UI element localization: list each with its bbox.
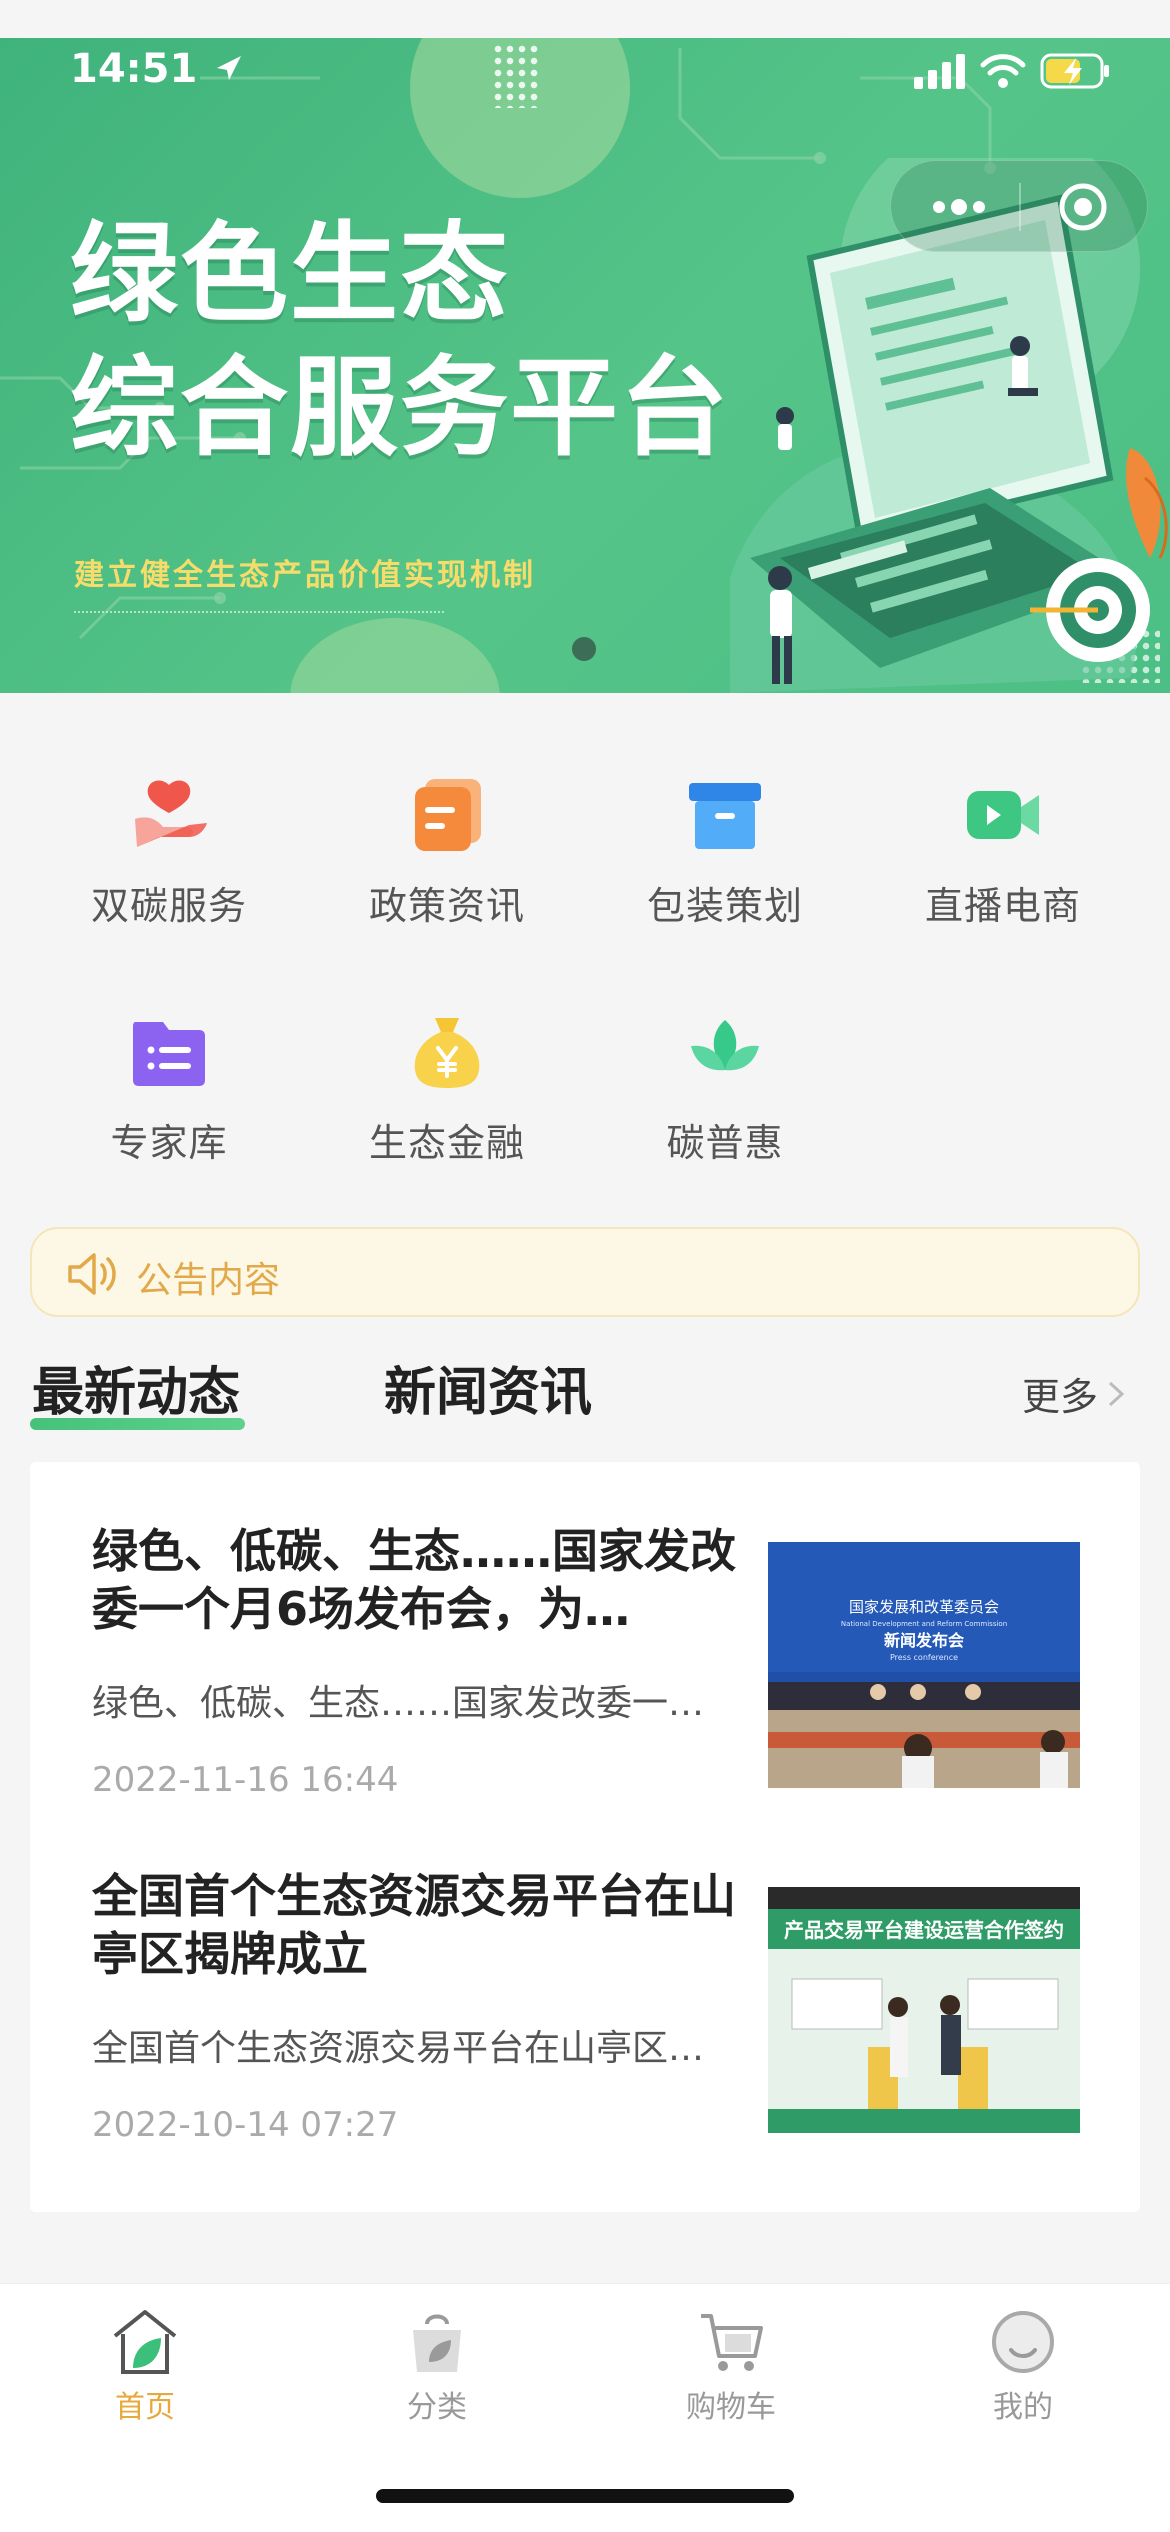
thumb-caption-1: 国家发展和改革委员会 xyxy=(849,1598,999,1616)
news-list: 绿色、低碳、生态……国家发改委一个月6场发布会，为… 绿色、低碳、生态……国家发… xyxy=(30,1462,1140,2212)
hero-banner[interactable]: 绿色生态 综合服务平台 建立健全生态产品价值实现机制 xyxy=(0,38,1170,693)
folder-list-icon xyxy=(133,1022,205,1086)
banner-title-line1: 绿色生态 xyxy=(70,212,511,337)
carousel-indicator[interactable] xyxy=(572,637,596,661)
banner-title: 绿色生态 综合服务平台 xyxy=(70,208,730,476)
speaker-icon xyxy=(68,1253,116,1295)
chevron-right-icon xyxy=(1109,1381,1125,1406)
news-title: 全国首个生态资源交易平台在山亭区揭牌成立 xyxy=(92,1869,736,1981)
more-link-label: 更多 xyxy=(1022,1375,1099,1419)
tab-home[interactable]: 首页 xyxy=(60,2306,230,2426)
news-date: 2022-11-16 16:44 xyxy=(92,1760,399,1800)
video-icon xyxy=(967,791,1039,839)
grid-label: 直播电商 xyxy=(924,884,1081,928)
status-time-text: 14:51 xyxy=(70,46,198,92)
grid-label: 包装策划 xyxy=(646,884,803,928)
cart-icon xyxy=(701,2314,763,2371)
thumb-caption-2: National Development and Reform Commissi… xyxy=(841,1620,1007,1628)
grid-item-live-ecommerce[interactable]: 直播电商 xyxy=(864,775,1142,955)
news-thumbnail[interactable]: 国家发展和改革委员会 National Development and Refo… xyxy=(768,1542,1080,1788)
battery-charging-icon xyxy=(1040,53,1109,89)
tab-label: 购物车 xyxy=(686,2390,776,2425)
user-smile-icon xyxy=(992,2311,1054,2373)
status-bar: 14:51 xyxy=(0,38,1170,108)
news-item[interactable]: 全国首个生态资源交易平台在山亭区揭牌成立 全国首个生态资源交易平台在山亭区… 2… xyxy=(30,1807,1140,2152)
banner-subtitle: 建立健全生态产品价值实现机制 xyxy=(74,558,536,593)
press-conference-image: 国家发展和改革委员会 National Development and Refo… xyxy=(768,1542,1080,1788)
tab-label: 我的 xyxy=(993,2390,1053,2425)
notice-text: 公告内容 xyxy=(136,1260,281,1301)
tab-category[interactable]: 分类 xyxy=(352,2306,522,2426)
grid-label: 政策资讯 xyxy=(368,884,525,928)
document-icon xyxy=(415,779,481,851)
grid-item-expert-library[interactable]: 专家库 xyxy=(30,1012,308,1192)
tab-label: 首页 xyxy=(115,2390,175,2425)
grid-label: 专家库 xyxy=(110,1121,228,1165)
home-indicator[interactable] xyxy=(376,2489,794,2503)
grid-item-policy-news[interactable]: 政策资讯 xyxy=(308,775,586,955)
tab-latest-updates[interactable]: 最新动态 xyxy=(32,1350,240,1425)
more-dots-icon[interactable] xyxy=(929,191,989,223)
thumb-caption-3: 新闻发布会 xyxy=(884,1631,964,1650)
grid-item-packaging[interactable]: 包装策划 xyxy=(586,775,864,955)
location-arrow-icon xyxy=(217,56,242,80)
signing-ceremony-image: 产品交易平台建设运营合作签约 xyxy=(768,1887,1080,2133)
active-tab-indicator xyxy=(30,1418,245,1430)
tab-label: 分类 xyxy=(407,2390,467,2425)
box-icon xyxy=(689,783,761,849)
target-close-icon[interactable] xyxy=(1057,181,1109,233)
money-bag-icon xyxy=(414,1018,480,1088)
thumb-caption-4: Press conference xyxy=(890,1653,958,1662)
leaf-icon xyxy=(691,1020,759,1071)
news-item[interactable]: 绿色、低碳、生态……国家发改委一个月6场发布会，为… 绿色、低碳、生态……国家发… xyxy=(30,1462,1140,1807)
grid-item-eco-finance[interactable]: 生态金融 xyxy=(308,1012,586,1192)
more-link[interactable]: 更多 xyxy=(1022,1366,1128,1421)
signal-icon xyxy=(914,54,965,89)
thumb-caption-1: 产品交易平台建设运营合作签约 xyxy=(784,1918,1064,1942)
news-date: 2022-10-14 07:27 xyxy=(92,2105,399,2145)
grid-item-carbon-inclusive[interactable]: 碳普惠 xyxy=(586,1012,864,1192)
home-leaf-icon xyxy=(113,2310,177,2374)
grid-label: 生态金融 xyxy=(368,1121,525,1165)
banner-divider xyxy=(74,611,444,613)
wifi-icon xyxy=(980,54,1026,88)
notice-bar[interactable]: 公告内容 xyxy=(30,1227,1140,1317)
status-time: 14:51 xyxy=(70,46,245,92)
banner-title-line2: 综合服务平台 xyxy=(70,346,731,471)
tab-cart[interactable]: 购物车 xyxy=(646,2306,816,2426)
news-summary: 全国首个生态资源交易平台在山亭区… xyxy=(92,2028,705,2069)
tab-profile[interactable]: 我的 xyxy=(938,2306,1108,2426)
miniprogram-capsule xyxy=(890,160,1148,252)
grid-label: 碳普惠 xyxy=(666,1121,784,1165)
news-summary: 绿色、低碳、生态……国家发改委一… xyxy=(92,1683,705,1724)
status-indicators xyxy=(914,52,1110,90)
heart-hand-icon xyxy=(135,780,207,847)
news-title: 绿色、低碳、生态……国家发改委一个月6场发布会，为… xyxy=(92,1524,736,1636)
tab-news[interactable]: 新闻资讯 xyxy=(384,1350,592,1425)
capsule-divider xyxy=(1019,183,1021,231)
grid-item-dual-carbon[interactable]: 双碳服务 xyxy=(30,775,308,955)
grid-label: 双碳服务 xyxy=(90,884,247,928)
news-thumbnail[interactable]: 产品交易平台建设运营合作签约 xyxy=(768,1887,1080,2133)
bag-leaf-icon xyxy=(413,2314,461,2372)
